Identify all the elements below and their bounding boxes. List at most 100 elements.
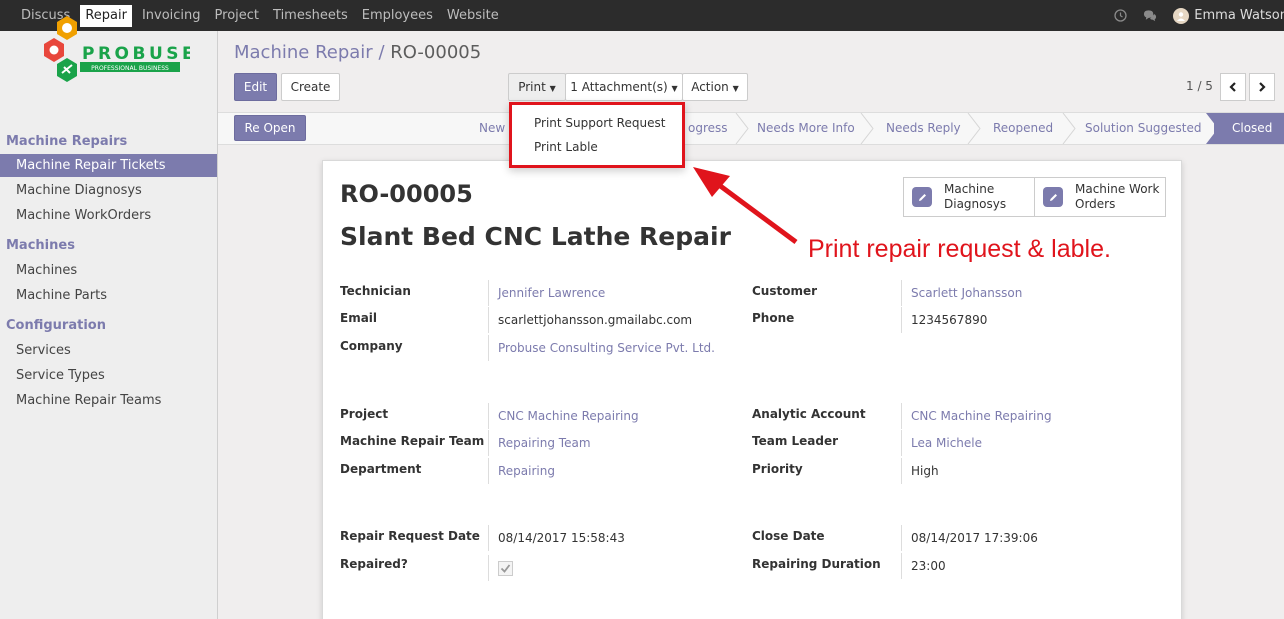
stage-in-progress[interactable]: ogress xyxy=(688,113,728,144)
sidebar-item-machine-diagnosys[interactable]: Machine Diagnosys xyxy=(0,179,217,202)
sidebar-item-service-types[interactable]: Service Types xyxy=(0,364,217,387)
repair-team-field[interactable]: Repairing Team xyxy=(488,430,591,456)
team-leader-field[interactable]: Lea Michele xyxy=(901,430,982,456)
print-dropdown-menu: Print Support Request Print Lable xyxy=(509,102,685,168)
close-date-field[interactable]: 08/14/2017 17:39:06 xyxy=(901,525,1038,551)
company-label: Company xyxy=(340,339,403,353)
user-area: Emma Watson xyxy=(1113,0,1284,31)
smart-label-line2: Diagnosys xyxy=(944,197,1007,211)
pager-next-button[interactable] xyxy=(1249,73,1275,101)
smart-label-line1: Machine xyxy=(944,182,995,196)
caret-down-icon: ▼ xyxy=(732,84,739,93)
analytic-account-field[interactable]: CNC Machine Repairing xyxy=(901,403,1052,429)
stage-separator xyxy=(735,113,749,144)
sidebar-item-machine-repair-teams[interactable]: Machine Repair Teams xyxy=(0,389,217,412)
stage-solution-suggested[interactable]: Solution Suggested xyxy=(1085,113,1202,144)
menu-employees[interactable]: Employees xyxy=(355,0,440,31)
sidebar-section-machine-repairs: Machine Repairs xyxy=(6,134,128,149)
action-label: Action xyxy=(691,80,729,94)
breadcrumb-parent[interactable]: Machine Repair xyxy=(234,42,373,63)
department-label: Department xyxy=(340,462,422,476)
sidebar-item-machine-repair-tickets[interactable]: Machine Repair Tickets xyxy=(0,154,217,177)
edit-button[interactable]: Edit xyxy=(234,73,277,101)
phone-field[interactable]: 1234567890 xyxy=(901,307,987,333)
repair-request-date-label: Repair Request Date xyxy=(340,529,480,543)
menu-website[interactable]: Website xyxy=(440,0,506,31)
caret-down-icon: ▼ xyxy=(549,84,556,93)
menu-timesheets[interactable]: Timesheets xyxy=(266,0,355,31)
top-navbar: Discuss Repair Invoicing Project Timeshe… xyxy=(0,0,1284,31)
pager-value[interactable]: 1 / 5 xyxy=(1186,79,1213,93)
sidebar-item-services[interactable]: Services xyxy=(0,339,217,362)
analytic-account-label: Analytic Account xyxy=(752,407,866,421)
company-field[interactable]: Probuse Consulting Service Pvt. Ltd. xyxy=(488,335,715,361)
smart-buttons: Machine Diagnosys Machine Work Orders xyxy=(903,177,1166,217)
repaired-checkbox[interactable] xyxy=(498,561,513,576)
technician-field[interactable]: Jennifer Lawrence xyxy=(488,280,605,306)
priority-label: Priority xyxy=(752,462,803,476)
team-leader-label: Team Leader xyxy=(752,434,839,448)
chat-icon[interactable] xyxy=(1143,9,1157,23)
project-label: Project xyxy=(340,407,389,421)
sidebar-section-machines: Machines xyxy=(6,238,75,253)
repaired-field xyxy=(488,555,528,581)
close-date-label: Close Date xyxy=(752,529,825,543)
create-button[interactable]: Create xyxy=(281,73,340,101)
menu-project[interactable]: Project xyxy=(208,0,266,31)
pencil-icon xyxy=(912,187,932,207)
breadcrumb-separator: / xyxy=(378,42,385,63)
customer-label: Customer xyxy=(752,284,818,298)
machine-diagnosys-button[interactable]: Machine Diagnosys xyxy=(904,178,1035,216)
breadcrumb: Machine Repair / RO-00005 xyxy=(234,42,481,63)
email-field[interactable]: scarlettjohansson.gmailabc.com xyxy=(488,307,692,333)
project-field[interactable]: CNC Machine Repairing xyxy=(488,403,639,429)
repairing-duration-label: Repairing Duration xyxy=(752,557,881,571)
stage-new[interactable]: New xyxy=(479,113,505,144)
priority-field[interactable]: High xyxy=(901,458,939,484)
pager-previous-button[interactable] xyxy=(1220,73,1246,101)
attachments-dropdown-button[interactable]: 1 Attachment(s) ▼ xyxy=(565,73,683,101)
caret-down-icon: ▼ xyxy=(671,84,678,93)
phone-label: Phone xyxy=(752,311,795,325)
print-support-request-item[interactable]: Print Support Request xyxy=(534,116,665,130)
print-lable-item[interactable]: Print Lable xyxy=(534,140,598,154)
sidebar-item-machines[interactable]: Machines xyxy=(0,259,217,282)
stage-reopened[interactable]: Reopened xyxy=(993,113,1053,144)
breadcrumb-current: RO-00005 xyxy=(390,42,482,63)
print-dropdown-button[interactable]: Print ▼ xyxy=(508,73,566,101)
attachments-label: 1 Attachment(s) xyxy=(570,80,668,94)
activity-clock-icon[interactable] xyxy=(1113,9,1127,23)
record-reference: RO-00005 xyxy=(340,180,473,208)
machine-work-orders-button[interactable]: Machine Work Orders xyxy=(1035,178,1165,216)
print-label: Print xyxy=(518,80,546,94)
sidebar-item-machine-workorders[interactable]: Machine WorkOrders xyxy=(0,204,217,227)
repair-request-date-field[interactable]: 08/14/2017 15:58:43 xyxy=(488,525,625,551)
record-title: Slant Bed CNC Lathe Repair xyxy=(340,222,731,251)
pencil-icon xyxy=(1043,187,1063,207)
smart-label-line1: Machine Work xyxy=(1075,182,1160,196)
stage-closed[interactable]: Closed xyxy=(1214,113,1284,144)
customer-field[interactable]: Scarlett Johansson xyxy=(901,280,1022,306)
annotation-text: Print repair request & lable. xyxy=(808,235,1111,263)
action-dropdown-button[interactable]: Action ▼ xyxy=(682,73,748,101)
chevron-left-icon xyxy=(1229,82,1236,92)
svg-text:PROBUSE: PROBUSE xyxy=(82,44,190,64)
department-field[interactable]: Repairing xyxy=(488,458,555,484)
user-name[interactable]: Emma Watson xyxy=(1194,8,1284,23)
technician-label: Technician xyxy=(340,284,411,298)
stage-separator xyxy=(860,113,874,144)
reopen-button[interactable]: Re Open xyxy=(234,115,306,141)
chevron-right-icon xyxy=(1259,82,1266,92)
avatar[interactable] xyxy=(1173,7,1190,24)
repaired-label: Repaired? xyxy=(340,557,408,571)
email-label: Email xyxy=(340,311,378,325)
stage-needs-more-info[interactable]: Needs More Info xyxy=(757,113,855,144)
company-logo: PROBUSE PROFESSIONAL BUSINESS xyxy=(40,12,194,90)
repairing-duration-field[interactable]: 23:00 xyxy=(901,553,946,579)
stage-needs-reply[interactable]: Needs Reply xyxy=(886,113,961,144)
sidebar-item-machine-parts[interactable]: Machine Parts xyxy=(0,284,217,307)
smart-label-line2: Orders xyxy=(1075,197,1116,211)
stage-separator xyxy=(967,113,981,144)
stage-separator xyxy=(1062,113,1076,144)
sidebar-section-configuration: Configuration xyxy=(6,318,106,333)
